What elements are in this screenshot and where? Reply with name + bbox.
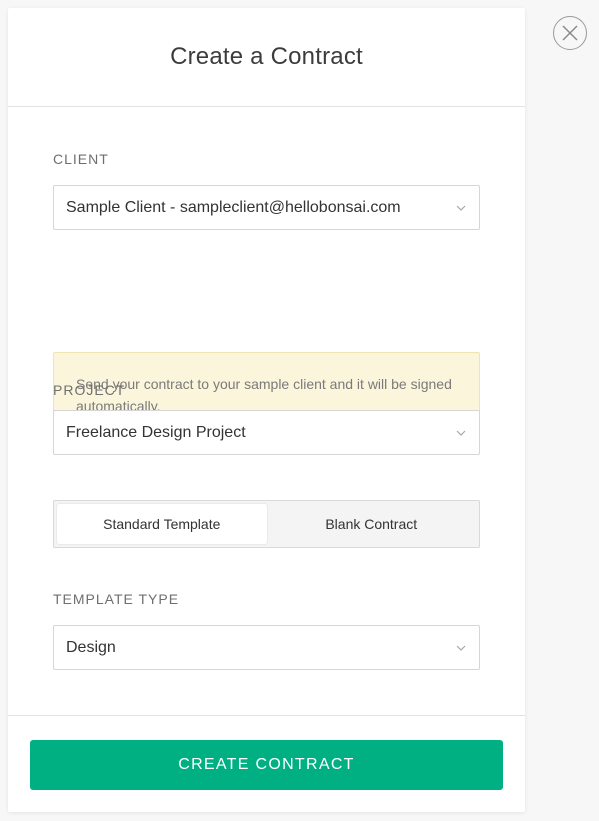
modal-header: Create a Contract xyxy=(8,8,525,107)
project-label: PROJECT xyxy=(53,382,126,398)
template-type-select[interactable]: Design xyxy=(53,625,480,670)
create-contract-button[interactable]: CREATE CONTRACT xyxy=(30,740,503,790)
template-type-label: TEMPLATE TYPE xyxy=(53,591,180,607)
create-contract-modal: Create a Contract CLIENT Sample Client -… xyxy=(8,8,525,812)
template-type-select-value: Design xyxy=(66,638,116,656)
chevron-down-icon xyxy=(455,202,467,214)
chevron-down-icon xyxy=(455,427,467,439)
client-select[interactable]: Sample Client - sampleclient@hellobonsai… xyxy=(53,185,480,230)
modal-title: Create a Contract xyxy=(170,43,363,70)
project-select-value: Freelance Design Project xyxy=(66,423,246,441)
template-mode-toggle: Standard Template Blank Contract xyxy=(53,500,480,548)
blank-contract-tab[interactable]: Blank Contract xyxy=(267,504,477,544)
standard-template-tab[interactable]: Standard Template xyxy=(57,504,267,544)
client-select-value: Sample Client - sampleclient@hellobonsai… xyxy=(66,198,401,216)
modal-footer: CREATE CONTRACT xyxy=(8,715,525,812)
client-label: CLIENT xyxy=(53,151,109,167)
close-icon xyxy=(562,25,578,41)
close-modal-button[interactable] xyxy=(553,16,587,50)
project-select[interactable]: Freelance Design Project xyxy=(53,410,480,455)
chevron-down-icon xyxy=(455,642,467,654)
